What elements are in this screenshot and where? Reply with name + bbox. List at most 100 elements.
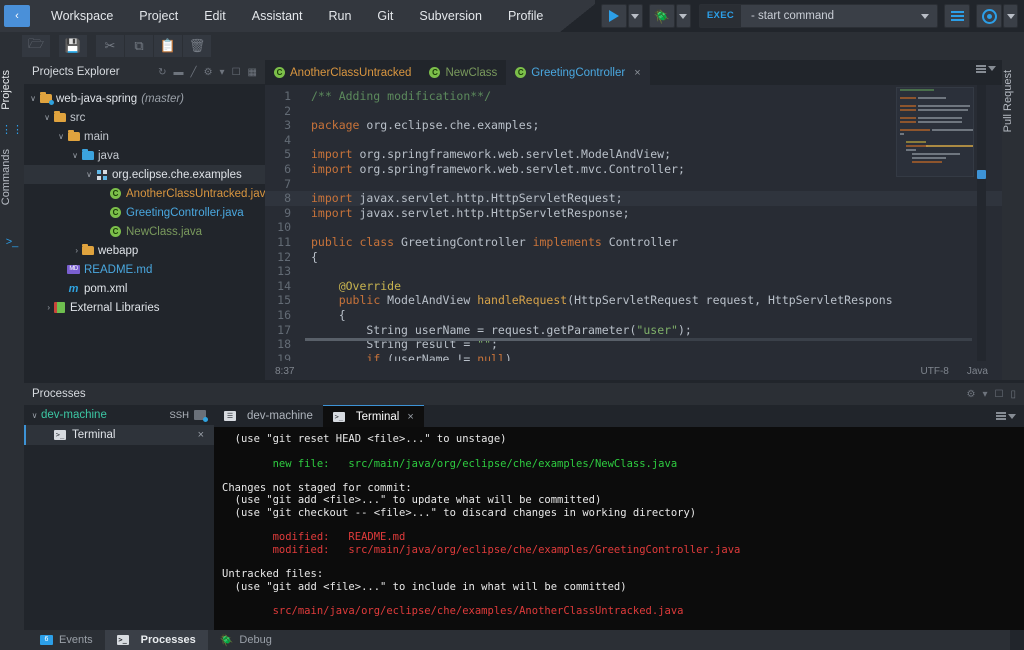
horizontal-scrollbar-thumb[interactable] (305, 338, 650, 341)
line-content[interactable]: String userName = request.getParameter("… (301, 323, 692, 338)
code-line[interactable]: 2 (265, 104, 1002, 119)
close-icon[interactable]: × (198, 429, 214, 441)
code-line[interactable]: 16 { (265, 308, 1002, 323)
back-button[interactable]: ‹ (4, 5, 30, 27)
line-content[interactable]: { (301, 250, 318, 265)
run-dropdown-button[interactable] (628, 4, 643, 28)
code-line[interactable]: 17 String userName = request.getParamete… (265, 323, 1002, 338)
target-dropdown-button[interactable] (1003, 4, 1018, 28)
tree-twisty[interactable]: ∨ (24, 113, 52, 122)
terminal-output[interactable]: (use "git reset HEAD <file>..." to unsta… (214, 427, 1024, 633)
bottom-item-debug[interactable]: 🪲 Debug (208, 630, 284, 650)
minimize-icon[interactable]: ▯ (1010, 389, 1016, 400)
menu-item-subversion[interactable]: Subversion (406, 0, 495, 32)
line-content[interactable]: public class GreetingController implemen… (301, 235, 678, 250)
file-language[interactable]: Java (967, 366, 988, 377)
save-all-icon[interactable]: ▦ (248, 67, 257, 78)
rail-item-commands[interactable]: Commands (0, 139, 24, 233)
command-combo[interactable]: EXEC - start command (699, 4, 938, 28)
chevron-down-icon[interactable] (921, 14, 929, 19)
code-line[interactable]: 19 if (userName != null) (265, 352, 1002, 361)
line-content[interactable] (301, 133, 311, 148)
menu-item-project[interactable]: Project (126, 0, 191, 32)
line-content[interactable]: { (301, 308, 346, 323)
line-content[interactable]: /** Adding modification**/ (301, 89, 491, 104)
bottom-item-processes[interactable]: >_ Processes (105, 630, 208, 650)
tree-twisty[interactable]: ∨ (24, 151, 80, 160)
editor-tab[interactable]: CAnotherClassUntracked (265, 60, 420, 85)
code-line[interactable]: 10 (265, 220, 1002, 235)
line-content[interactable]: import javax.servlet.http.HttpServletReq… (301, 191, 623, 206)
code-lines[interactable]: 1/** Adding modification**/23package org… (265, 85, 1002, 361)
terminal-tabs-menu-button[interactable] (996, 412, 1016, 420)
tree-item[interactable]: mpom.xml (24, 279, 265, 298)
line-content[interactable] (301, 177, 311, 192)
process-node-terminal[interactable]: >_ Terminal × (24, 425, 214, 445)
tree-item[interactable]: ∨main (24, 127, 265, 146)
menu-item-profile[interactable]: Profile (495, 0, 556, 32)
tree-item[interactable]: ∨src (24, 108, 265, 127)
terminal-tab[interactable]: >_Terminal× (323, 405, 424, 427)
line-content[interactable]: import javax.servlet.http.HttpServletRes… (301, 206, 630, 221)
vertical-scrollbar-track[interactable] (977, 85, 986, 361)
tree-twisty[interactable]: ∨ (24, 132, 66, 141)
line-content[interactable]: public ModelAndView handleRequest(HttpSe… (301, 293, 893, 308)
tree-item[interactable]: ›webapp (24, 241, 265, 260)
file-encoding[interactable]: UTF-8 (921, 366, 949, 377)
process-node-dev-machine[interactable]: ∨ dev-machine SSH (24, 405, 214, 425)
line-content[interactable]: import org.springframework.web.servlet.M… (301, 147, 671, 162)
run-button[interactable] (601, 4, 627, 28)
menu-item-git[interactable]: Git (364, 0, 406, 32)
copy-button[interactable]: ⧉ (125, 35, 153, 57)
code-line[interactable]: 1/** Adding modification**/ (265, 89, 1002, 104)
code-line[interactable]: 13 (265, 264, 1002, 279)
tree-item[interactable]: MDREADME.md (24, 260, 265, 279)
tree-twisty[interactable]: › (24, 246, 80, 255)
tree-twisty[interactable]: ∨ (24, 170, 94, 179)
editor-tab[interactable]: CGreetingController× (506, 60, 649, 85)
tree-item[interactable]: CAnotherClassUntracked.java (24, 184, 265, 203)
tree-item[interactable]: ∨web-java-spring(master) (24, 89, 265, 108)
rail-item-pull-request[interactable]: Pull Request (1002, 60, 1024, 142)
editor-tabs-menu-button[interactable] (976, 65, 996, 73)
terminal-tab[interactable]: ☰dev-machine (214, 405, 323, 427)
refresh-icon[interactable]: ↻ (158, 67, 166, 78)
projects-rail-icon[interactable]: ⋮⋮ (0, 120, 24, 139)
new-file-button[interactable]: 🗁 (22, 35, 50, 57)
code-line[interactable]: 4 (265, 133, 1002, 148)
line-content[interactable]: if (userName != null) (301, 352, 512, 361)
debug-dropdown-button[interactable] (676, 4, 691, 28)
tree-item[interactable]: CGreetingController.java (24, 203, 265, 222)
paste-button[interactable]: 📋 (154, 35, 182, 57)
chevron-down-icon[interactable]: ▾ (982, 389, 987, 400)
code-line[interactable]: 9import javax.servlet.http.HttpServletRe… (265, 206, 1002, 221)
workspace-target-button[interactable] (976, 4, 1002, 28)
editor-tab[interactable]: CNewClass (420, 60, 506, 85)
code-line[interactable]: 15 public ModelAndView handleRequest(Htt… (265, 293, 1002, 308)
ssh-icon[interactable] (194, 410, 206, 420)
settings-icon[interactable]: ⚙ (967, 389, 976, 400)
terminal-icon[interactable]: ☐ (232, 67, 241, 78)
tree-twisty[interactable]: ∨ (24, 94, 38, 103)
line-content[interactable] (301, 264, 311, 279)
vertical-scrollbar-thumb[interactable] (977, 170, 986, 179)
menu-item-assistant[interactable]: Assistant (239, 0, 316, 32)
code-line[interactable]: 6import org.springframework.web.servlet.… (265, 162, 1002, 177)
line-content[interactable]: import org.springframework.web.servlet.m… (301, 162, 685, 177)
code-line[interactable]: 14 @Override (265, 279, 1002, 294)
line-content[interactable] (301, 104, 311, 119)
commands-rail-icon[interactable]: >_ (0, 233, 24, 251)
cut-button[interactable]: ✂ (96, 35, 124, 57)
rail-item-projects[interactable]: Projects (0, 60, 24, 120)
code-line[interactable]: 8import javax.servlet.http.HttpServletRe… (265, 191, 1002, 206)
tree-item[interactable]: ∨java (24, 146, 265, 165)
link-icon[interactable]: ╱ (191, 67, 197, 78)
line-content[interactable]: @Override (301, 279, 401, 294)
close-icon[interactable]: × (407, 411, 413, 423)
line-content[interactable] (301, 220, 311, 235)
code-line[interactable]: 3package org.eclipse.che.examples; (265, 118, 1002, 133)
bottom-item-events[interactable]: 6 Events (28, 630, 105, 650)
menu-item-edit[interactable]: Edit (191, 0, 239, 32)
settings-icon[interactable]: ⚙ (204, 67, 213, 78)
debug-button[interactable]: 🪲 (649, 4, 675, 28)
